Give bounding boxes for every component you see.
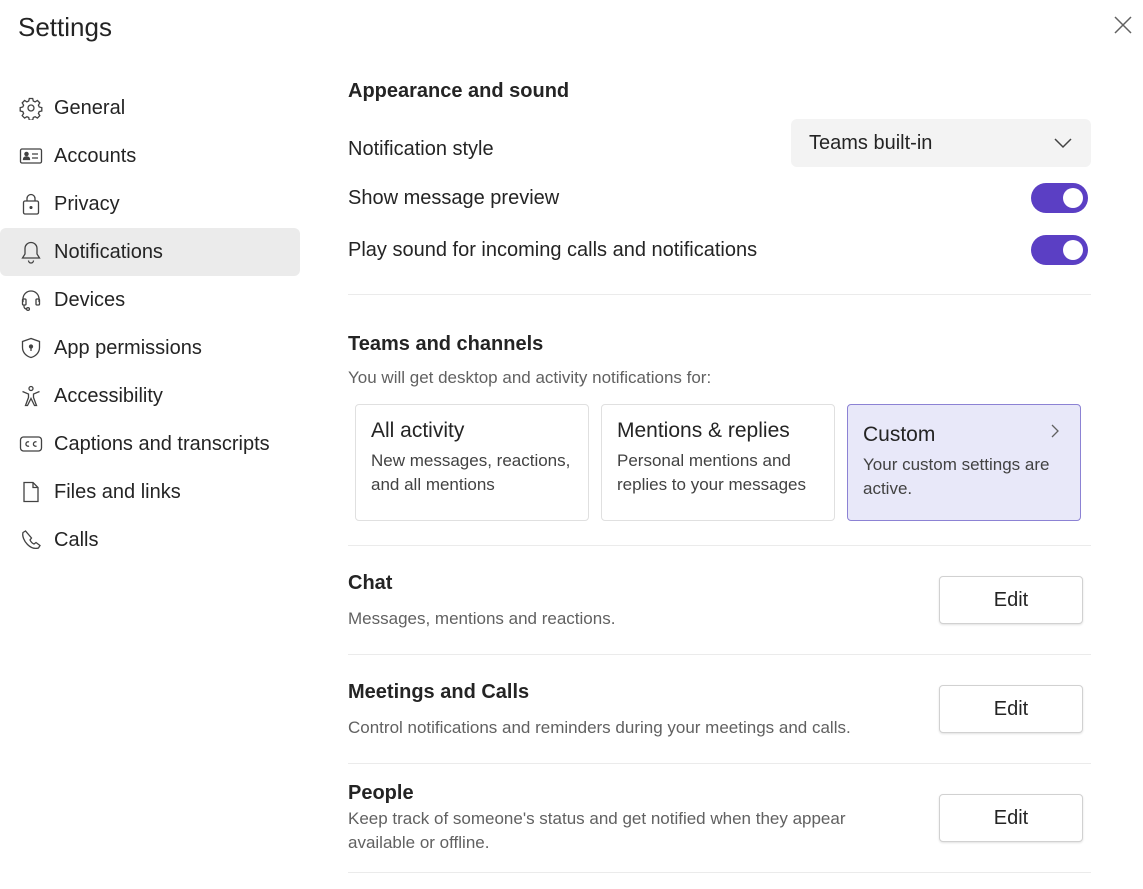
divider [348, 872, 1091, 873]
section-title-people: People [348, 781, 414, 804]
sidebar-item-label: Privacy [54, 192, 120, 215]
chat-edit-button[interactable]: Edit [939, 576, 1083, 624]
play-sound-row: Play sound for incoming calls and notifi… [348, 235, 1091, 265]
sidebar-item-accounts[interactable]: Accounts [0, 132, 300, 180]
sidebar-item-app-permissions[interactable]: App permissions [0, 324, 300, 372]
option-title: All activity [371, 419, 465, 442]
option-title: Mentions & replies [617, 419, 790, 442]
show-preview-toggle[interactable] [1031, 183, 1088, 213]
toggle-knob [1063, 188, 1083, 208]
notification-style-label: Notification style [348, 137, 494, 160]
gear-icon [18, 95, 44, 121]
headset-icon [18, 287, 44, 313]
sidebar-item-label: Accounts [54, 144, 137, 167]
lock-icon [18, 191, 44, 217]
meetings-calls-desc: Control notifications and reminders duri… [348, 717, 851, 737]
page-title: Settings [18, 12, 112, 42]
option-desc: Your custom settings are active. [863, 455, 1050, 498]
people-desc: Keep track of someone's status and get n… [348, 808, 846, 852]
close-button[interactable] [1110, 12, 1136, 38]
sidebar-item-label: Captions and transcripts [54, 432, 270, 455]
option-custom[interactable]: Custom Your custom settings are active. [847, 404, 1081, 521]
contact-card-icon [18, 143, 44, 169]
section-title-chat: Chat [348, 571, 393, 594]
chat-section: Chat Messages, mentions and reactions. E… [348, 546, 1091, 654]
shield-icon [18, 335, 44, 361]
option-mentions-replies[interactable]: Mentions & replies Personal mentions and… [601, 404, 835, 521]
sidebar-item-general[interactable]: General [0, 84, 300, 132]
option-title: Custom [863, 423, 936, 446]
sidebar-item-captions[interactable]: Captions and transcripts [0, 420, 300, 468]
section-title-meetings-calls: Meetings and Calls [348, 680, 530, 703]
section-title-appearance: Appearance and sound [348, 80, 570, 102]
sidebar-item-calls[interactable]: Calls [0, 516, 300, 564]
play-sound-label: Play sound for incoming calls and notifi… [348, 238, 758, 261]
sidebar-item-accessibility[interactable]: Accessibility [0, 372, 300, 420]
people-section: People Keep track of someone's status an… [348, 764, 1091, 872]
phone-icon [18, 527, 44, 553]
close-icon [1114, 16, 1132, 34]
divider [348, 294, 1091, 295]
meetings-calls-edit-button[interactable]: Edit [939, 685, 1083, 733]
chevron-down-icon [1054, 138, 1072, 149]
chevron-right-icon [1051, 424, 1059, 438]
sidebar-item-files-links[interactable]: Files and links [0, 468, 300, 516]
sidebar-item-label: Accessibility [54, 384, 163, 407]
toggle-knob [1063, 240, 1083, 260]
closed-captions-icon [18, 431, 44, 457]
show-preview-row: Show message preview [348, 183, 1091, 213]
sidebar-item-privacy[interactable]: Privacy [0, 180, 300, 228]
settings-sidebar: General Accounts Privacy Notifications D… [0, 84, 300, 564]
option-desc: New messages, reactions, and all mention… [371, 451, 571, 494]
show-preview-label: Show message preview [348, 186, 560, 209]
notification-style-dropdown[interactable]: Teams built-in [791, 119, 1091, 167]
document-icon [18, 479, 44, 505]
teams-channels-subtitle: You will get desktop and activity notifi… [348, 368, 712, 387]
option-desc: Personal mentions and replies to your me… [617, 451, 806, 494]
bell-icon [18, 239, 44, 265]
sidebar-item-label: Devices [54, 288, 126, 311]
section-title-teams-channels: Teams and channels [348, 333, 544, 355]
meetings-calls-section: Meetings and Calls Control notifications… [348, 655, 1091, 763]
notification-style-value: Teams built-in [809, 131, 933, 154]
sidebar-item-label: Calls [54, 528, 99, 551]
sidebar-item-label: General [54, 96, 126, 119]
notification-style-row: Notification style Teams built-in [348, 119, 1091, 167]
accessibility-icon [18, 383, 44, 409]
sidebar-item-devices[interactable]: Devices [0, 276, 300, 324]
sidebar-item-label: Notifications [54, 240, 163, 263]
option-all-activity[interactable]: All activity New messages, reactions, an… [355, 404, 589, 521]
play-sound-toggle[interactable] [1031, 235, 1088, 265]
sidebar-item-notifications[interactable]: Notifications [0, 228, 300, 276]
people-edit-button[interactable]: Edit [939, 794, 1083, 842]
notifications-settings: Appearance and sound Notification style … [348, 80, 1091, 873]
chat-desc: Messages, mentions and reactions. [348, 608, 616, 628]
sidebar-item-label: App permissions [54, 336, 202, 359]
sidebar-item-label: Files and links [54, 480, 181, 503]
notification-level-options: All activity New messages, reactions, an… [355, 404, 1091, 521]
